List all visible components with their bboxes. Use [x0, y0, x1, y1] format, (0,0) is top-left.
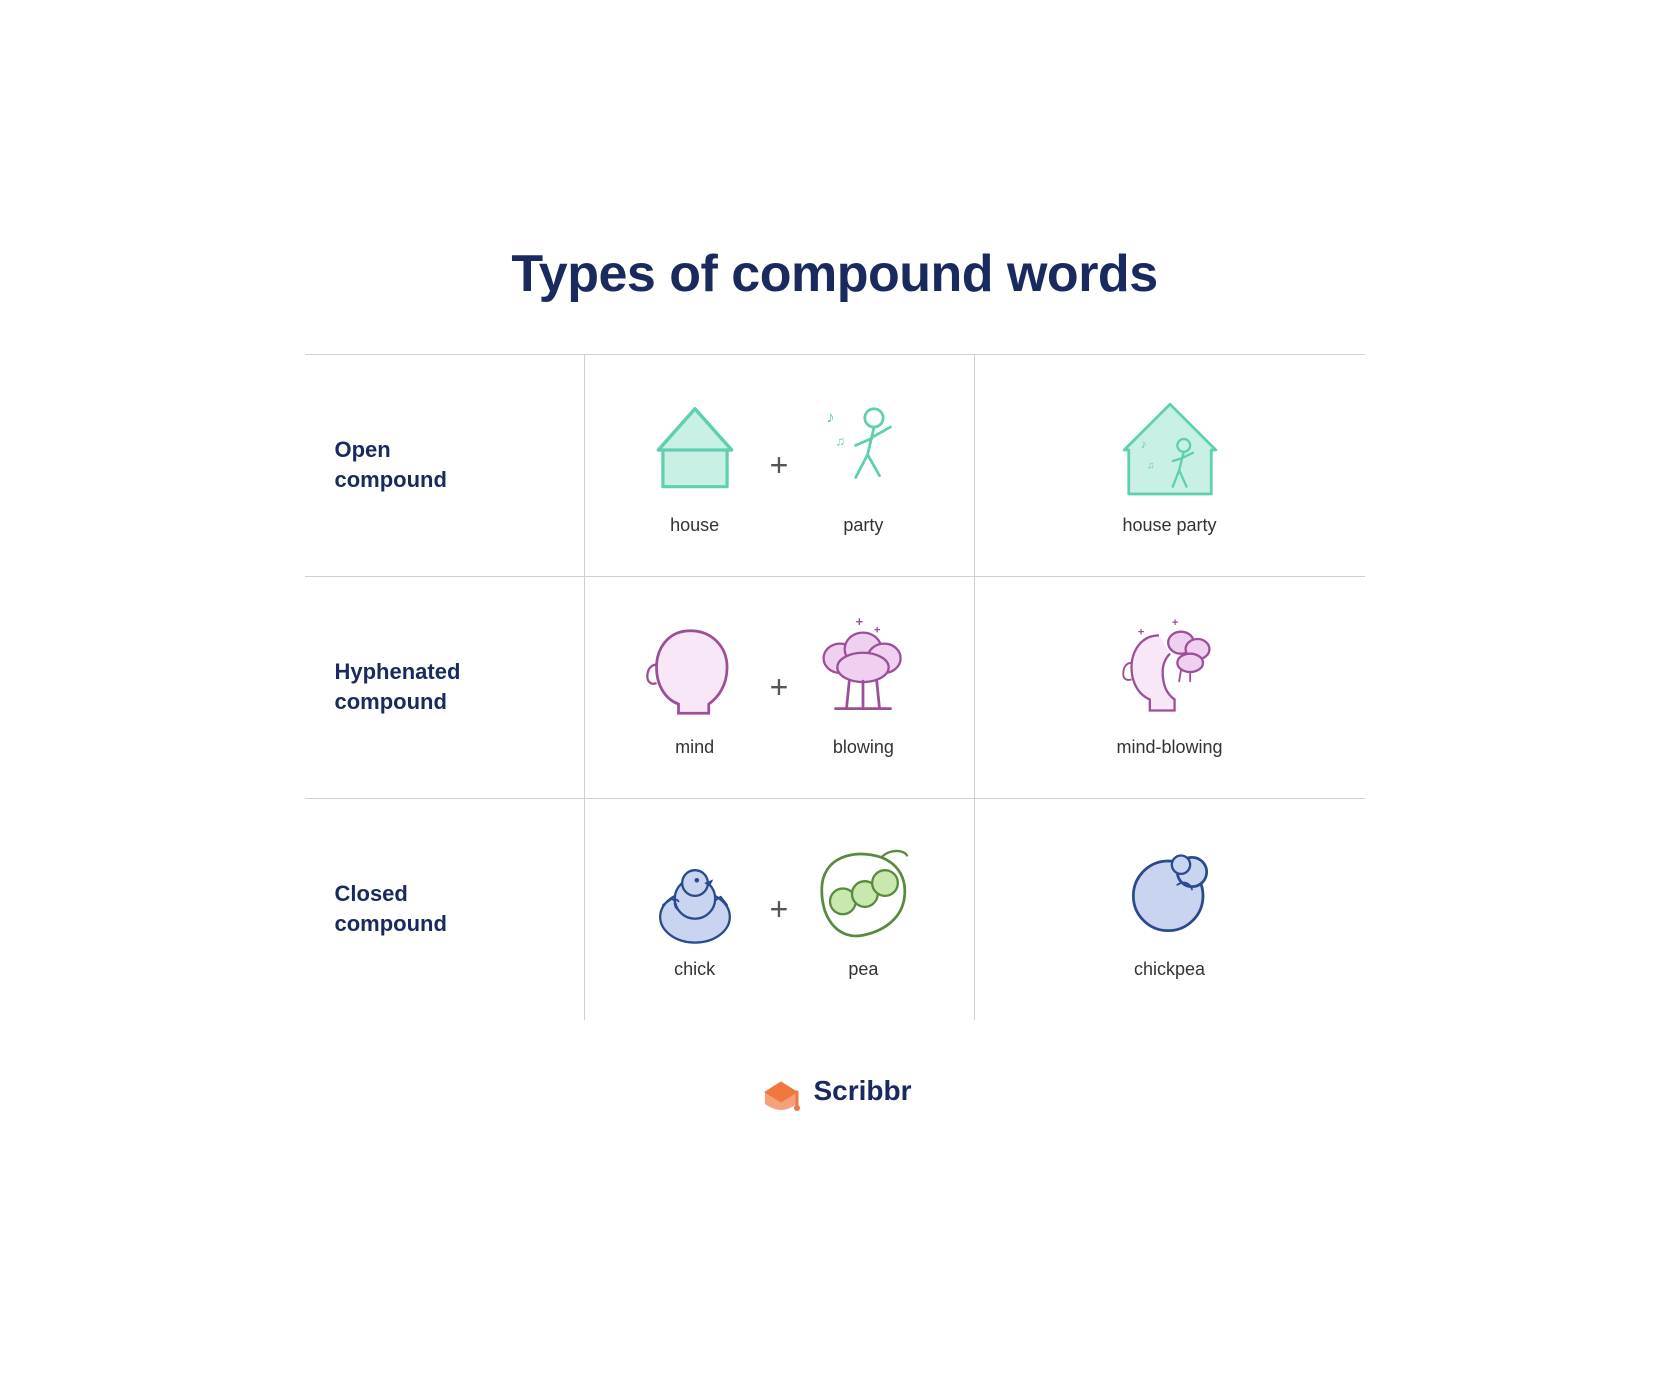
house-icon — [640, 395, 750, 505]
cell-mind-blow-parts: mind + + + — [585, 577, 975, 799]
open-compound-label: Opencompound — [335, 435, 447, 494]
plus-3: + — [770, 891, 789, 928]
pea-icon-block: pea — [808, 839, 918, 980]
svg-text:+: + — [1171, 617, 1177, 629]
party-icon-block: ♪ ♫ — [808, 395, 918, 536]
label-hyphenated-compound: Hyphenatedcompound — [305, 577, 585, 799]
footer: Scribbr — [305, 1070, 1365, 1112]
compound-words-grid: Opencompound Hyphenatedcompound Closedco… — [305, 354, 1365, 1020]
cell-chick-pea-parts: chick + pea — [585, 799, 975, 1020]
mind-blowing-result-label: mind-blowing — [1116, 737, 1222, 758]
svg-text:+: + — [856, 617, 864, 629]
mind-icon — [640, 617, 750, 727]
house-party-result-label: house party — [1122, 515, 1216, 536]
svg-text:♫: ♫ — [1147, 460, 1155, 471]
scribbr-logo-icon — [757, 1070, 805, 1112]
blowing-icon: + + — [808, 617, 918, 727]
label-closed-compound: Closedcompound — [305, 799, 585, 1020]
mind-blowing-result-icon-block: + + mind-blowing — [1115, 617, 1225, 758]
svg-text:♪: ♪ — [1140, 437, 1146, 451]
house-icon-block: house — [640, 395, 750, 536]
label-open-compound: Opencompound — [305, 355, 585, 577]
mind-blowing-combined-icon: + + — [1115, 617, 1225, 727]
chickpea-result-label: chickpea — [1134, 959, 1205, 980]
party-label: party — [843, 515, 883, 536]
svg-text:♪: ♪ — [827, 408, 835, 426]
cell-mind-blowing-result: + + mind-blowing — [975, 577, 1365, 799]
house-party-inner: house + ♪ — [640, 395, 919, 536]
house-party-combined-icon: ♪ ♫ — [1115, 395, 1225, 505]
chickpea-combined-icon — [1115, 839, 1225, 949]
scribbr-logo: Scribbr — [757, 1070, 911, 1112]
house-party-result-icon-block: ♪ ♫ house party — [1115, 395, 1225, 536]
blowing-label: blowing — [833, 737, 894, 758]
party-person-icon: ♪ ♫ — [808, 395, 918, 505]
pea-label: pea — [848, 959, 878, 980]
hyphenated-compound-label: Hyphenatedcompound — [335, 657, 461, 716]
svg-text:+: + — [874, 624, 880, 636]
blowing-icon-block: + + blowing — [808, 617, 918, 758]
cell-house-party-result: ♪ ♫ house party — [975, 355, 1365, 577]
chickpea-result-icon-block: chickpea — [1115, 839, 1225, 980]
house-label: house — [670, 515, 719, 536]
closed-compound-label: Closedcompound — [335, 879, 447, 938]
pea-icon — [808, 839, 918, 949]
page-title: Types of compound words — [305, 244, 1365, 304]
plus-1: + — [770, 447, 789, 484]
cell-house-party-parts: house + ♪ — [585, 355, 975, 577]
scribbr-brand-name: Scribbr — [813, 1075, 911, 1107]
mind-icon-block: mind — [640, 617, 750, 758]
chick-icon-block: chick — [640, 839, 750, 980]
cell-chickpea-result: chickpea — [975, 799, 1365, 1020]
chick-pea-inner: chick + pea — [640, 839, 919, 980]
chick-icon — [640, 839, 750, 949]
svg-text:+: + — [1137, 626, 1143, 638]
mind-label: mind — [675, 737, 714, 758]
chick-label: chick — [674, 959, 715, 980]
main-container: Types of compound words Opencompound Hyp… — [285, 204, 1385, 1172]
svg-text:♫: ♫ — [836, 433, 846, 448]
mind-blow-inner: mind + + + — [640, 617, 919, 758]
plus-2: + — [770, 669, 789, 706]
